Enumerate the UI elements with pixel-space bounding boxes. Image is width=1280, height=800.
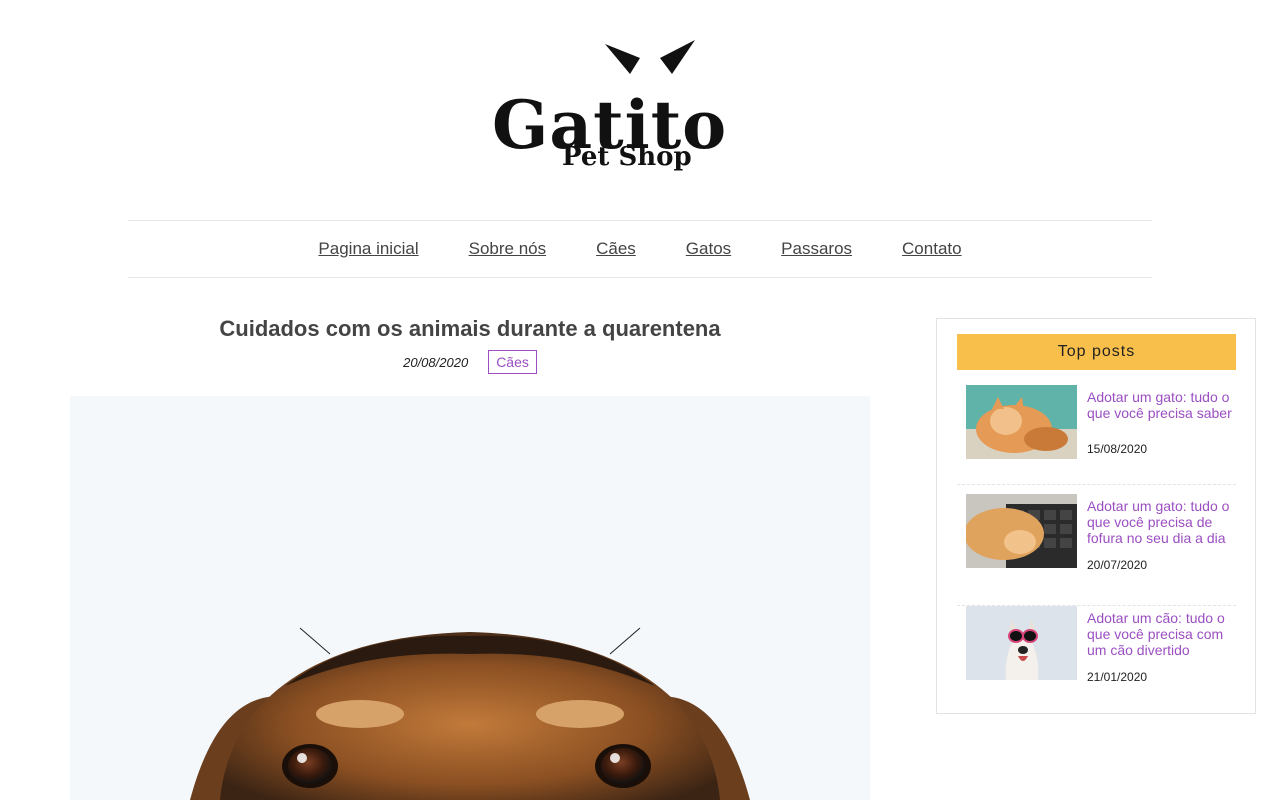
dog-photo-icon (70, 396, 870, 800)
top-post-item[interactable]: Adotar um gato: tudo o que você precisa … (957, 385, 1236, 485)
article-category-badge[interactable]: Cães (488, 350, 537, 374)
dog-sunglasses-photo-icon (966, 606, 1077, 680)
nav-link-birds[interactable]: Passaros (781, 239, 852, 259)
article-title: Cuidados com os animais durante a quaren… (219, 316, 721, 341)
post-title[interactable]: Adotar um cão: tudo o que você precisa c… (1087, 610, 1232, 658)
nav-link-contact[interactable]: Contato (902, 239, 962, 259)
post-date: 15/08/2020 (1087, 442, 1148, 456)
nav-link-home[interactable]: Pagina inicial (318, 239, 418, 259)
cat-photo-icon (966, 385, 1077, 459)
post-date: 21/01/2020 (1087, 670, 1148, 684)
logo-subtitle: Pet Shop (562, 142, 692, 172)
cat-paw-keyboard-photo-icon (966, 494, 1077, 568)
post-date: 20/07/2020 (1087, 558, 1148, 572)
post-title[interactable]: Adotar um gato: tudo o que você precisa … (1087, 389, 1232, 421)
sidebar-heading: Top posts (957, 334, 1236, 370)
post-thumbnail[interactable] (966, 494, 1077, 568)
sidebar-top-posts: Top posts Adotar um gato: tudo o que voc… (936, 318, 1256, 714)
article-meta: 20/08/2020 Cães (70, 350, 870, 374)
nav-link-cats[interactable]: Gatos (686, 239, 731, 259)
nav-link-dogs[interactable]: Cães (596, 239, 636, 259)
article-hero-image (70, 396, 870, 800)
logo[interactable]: Gatito Pet Shop (480, 30, 780, 180)
article-date: 20/08/2020 (403, 354, 469, 370)
top-post-item[interactable]: Adotar um cão: tudo o que você precisa c… (957, 606, 1236, 706)
nav-link-about[interactable]: Sobre nós (469, 239, 547, 259)
top-post-item[interactable]: Adotar um gato: tudo o que você precisa … (957, 494, 1236, 606)
post-title[interactable]: Adotar um gato: tudo o que você precisa … (1087, 498, 1232, 546)
main-nav: Pagina inicial Sobre nós Cães Gatos Pass… (128, 220, 1152, 278)
post-thumbnail[interactable] (966, 606, 1077, 680)
post-thumbnail[interactable] (966, 385, 1077, 459)
cat-ears-icon (605, 40, 695, 74)
